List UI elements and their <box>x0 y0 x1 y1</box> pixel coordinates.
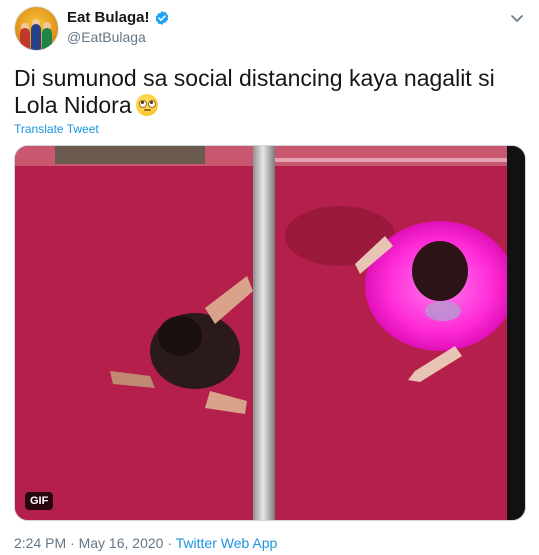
footer-separator: · <box>167 535 172 551</box>
verified-badge-icon <box>155 10 168 25</box>
right-border <box>507 146 525 520</box>
avatar-person <box>31 24 41 50</box>
display-name[interactable]: Eat Bulaga! <box>67 9 150 26</box>
stage-step <box>55 146 205 164</box>
avatar-person <box>20 28 30 50</box>
divider-pole <box>253 146 275 520</box>
gif-frame <box>15 146 525 520</box>
tweet-text: Di sumunod sa social distancing kaya nag… <box>14 65 524 119</box>
dancer-bodice <box>425 301 461 321</box>
tweet-time[interactable]: 2:24 PM <box>14 535 66 551</box>
gif-badge: GIF <box>25 492 54 510</box>
tweet-date[interactable]: May 16, 2020 <box>79 535 164 551</box>
author-name-row: Eat Bulaga! <box>67 9 170 26</box>
dancer-hair <box>412 241 468 301</box>
handle[interactable]: @EatBulaga <box>67 29 146 45</box>
tweet-footer: 2:24 PM · May 16, 2020 · Twitter Web App <box>14 535 277 551</box>
avatar[interactable] <box>14 6 59 51</box>
stage-trim <box>270 158 525 162</box>
avatar-person <box>42 28 52 50</box>
tweet-gif-media[interactable]: GIF <box>14 145 526 521</box>
person-left-head <box>158 316 202 356</box>
translate-tweet-link[interactable]: Translate Tweet <box>14 122 99 136</box>
footer-separator: · <box>70 535 75 551</box>
tweet-text-content: Di sumunod sa social distancing kaya nag… <box>14 65 495 118</box>
face-with-rolling-eyes-emoji <box>135 94 158 116</box>
tweet-source-link[interactable]: Twitter Web App <box>176 535 278 551</box>
chevron-down-icon[interactable] <box>509 10 525 26</box>
